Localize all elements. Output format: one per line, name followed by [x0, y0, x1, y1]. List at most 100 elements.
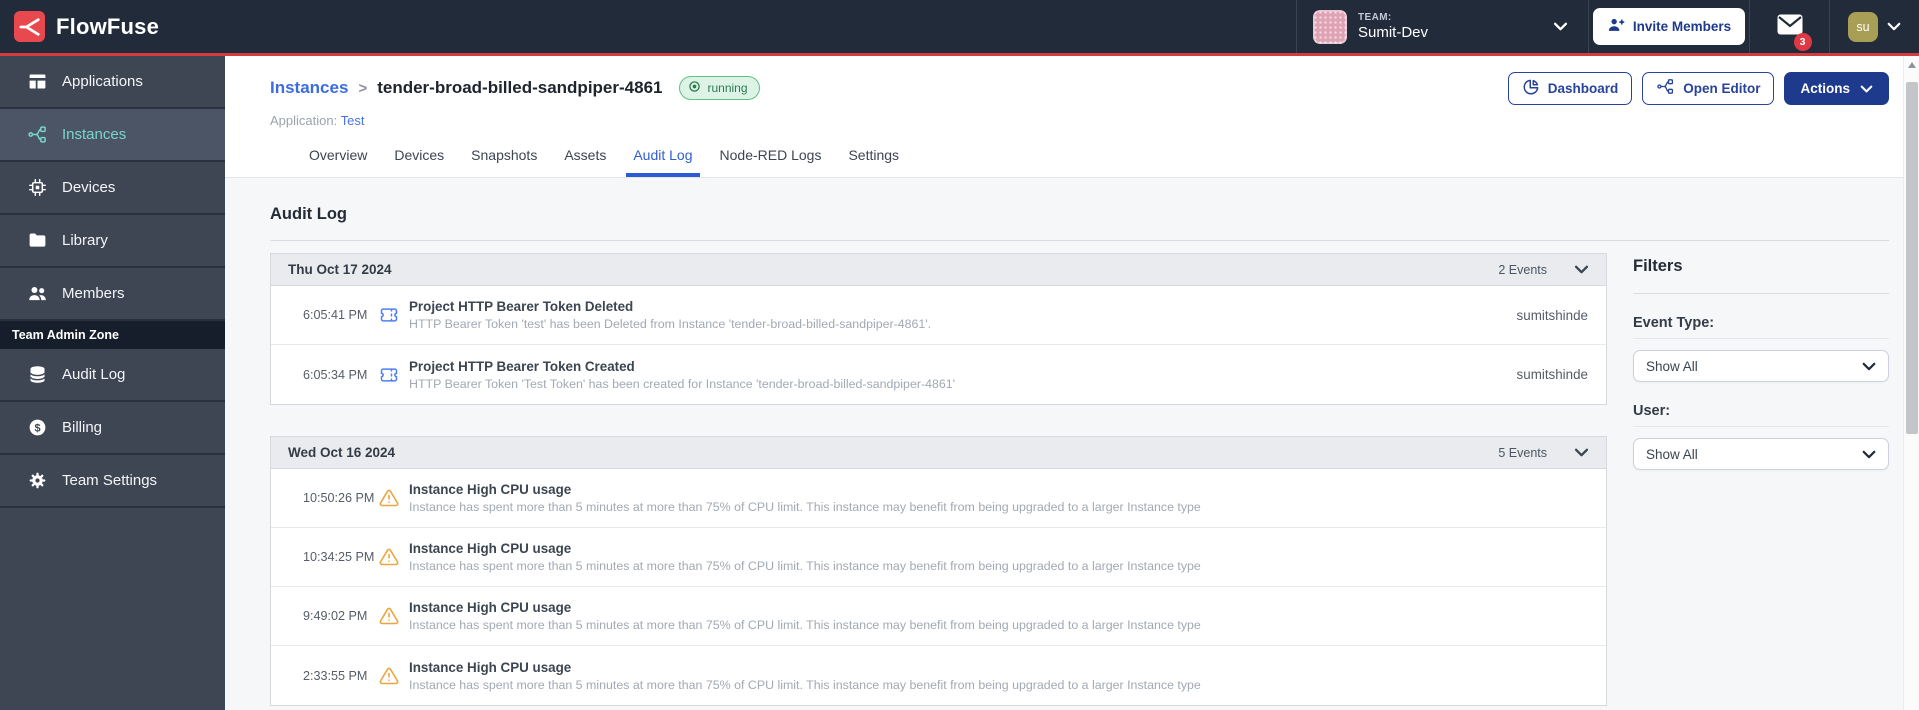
- sidebar-item-instances[interactable]: Instances: [0, 109, 225, 162]
- top-navigation-bar: FlowFuse TEAM: Sumit-Dev Invite Members …: [0, 0, 1919, 56]
- open-editor-button[interactable]: Open Editor: [1642, 71, 1775, 105]
- tab-overview[interactable]: Overview: [309, 141, 367, 177]
- avatar: su: [1848, 11, 1878, 42]
- tab-snapshots[interactable]: Snapshots: [471, 141, 537, 177]
- ticket-icon: [379, 305, 399, 325]
- open-editor-label: Open Editor: [1683, 80, 1761, 96]
- sidebar-item-members[interactable]: Members: [0, 268, 225, 321]
- actions-label: Actions: [1800, 80, 1850, 96]
- main-content: Instances > tender-broad-billed-sandpipe…: [225, 56, 1919, 710]
- audit-entry: 9:49:02 PM Instance High CPU usage Instanc…: [271, 587, 1606, 646]
- flowfuse-logo-icon: [14, 11, 45, 42]
- scrollbar[interactable]: [1903, 56, 1919, 710]
- sidebar-item-devices[interactable]: Devices: [0, 162, 225, 215]
- user-filter-value: Show All: [1646, 446, 1698, 462]
- entry-title: Project HTTP Bearer Token Created: [409, 358, 635, 374]
- chevron-down-icon: [1862, 359, 1876, 374]
- sidebar-main-items: Applications Instances Devices Library Membe…: [0, 56, 225, 321]
- chevron-down-icon[interactable]: [1574, 448, 1589, 457]
- sidebar-navigation: Applications Instances Devices Library Membe…: [0, 56, 225, 710]
- user-filter-select[interactable]: Show All: [1633, 438, 1889, 470]
- svg-text:$: $: [34, 422, 40, 434]
- instance-name: tender-broad-billed-sandpiper-4861: [377, 78, 663, 97]
- application-link[interactable]: Test: [341, 113, 365, 128]
- chevron-down-icon: [1887, 18, 1901, 36]
- entry-user: sumitshinde: [1516, 367, 1588, 382]
- entry-user: sumitshinde: [1516, 307, 1588, 323]
- event-type-select[interactable]: Show All: [1633, 350, 1889, 382]
- scroll-up-arrow-icon: [1907, 61, 1916, 68]
- team-selector[interactable]: TEAM: Sumit-Dev: [1296, 0, 1588, 53]
- audit-entry: 2:33:55 PM Instance High CPU usage Instanc…: [271, 646, 1606, 705]
- application-label: Application:: [270, 113, 338, 128]
- entry-description: Instance has spent more than 5 minutes a…: [409, 559, 1201, 573]
- filters-title: Filters: [1633, 257, 1683, 275]
- team-label: TEAM:: [1358, 12, 1392, 23]
- tab-settings[interactable]: Settings: [848, 141, 899, 177]
- filters-divider: [1633, 293, 1889, 294]
- warning-icon: [379, 666, 399, 686]
- status-badge: running: [679, 76, 760, 100]
- tab-assets[interactable]: Assets: [564, 141, 606, 177]
- warning-icon: [379, 488, 399, 508]
- entry-description: HTTP Bearer Token 'Test Token' has been …: [409, 376, 956, 391]
- entry-title: Instance High CPU usage: [409, 659, 572, 675]
- devices-icon: [26, 177, 48, 198]
- team-admin-zone-label: Team Admin Zone: [0, 321, 225, 349]
- dashboard-label: Dashboard: [1547, 80, 1619, 96]
- open-editor-icon: [1656, 77, 1675, 99]
- sidebar-item-label: Library: [62, 232, 108, 249]
- audit-entry: 6:05:34 PM Project HTTP Bearer Token Crea…: [271, 345, 1606, 404]
- scroll-up-button[interactable]: [1904, 56, 1919, 73]
- entry-time: 10:50:26 PM: [303, 491, 375, 505]
- user-menu[interactable]: su: [1829, 0, 1919, 53]
- team-name: Sumit-Dev: [1358, 24, 1429, 41]
- invite-members-button[interactable]: Invite Members: [1592, 8, 1746, 45]
- tab-devices[interactable]: Devices: [394, 141, 444, 177]
- audit-group-header[interactable]: Wed Oct 16 2024 5 Events: [271, 437, 1606, 469]
- audit-date-group: Wed Oct 16 2024 5 Events 10:50:26 PM Instan…: [270, 436, 1607, 706]
- entry-title: Instance High CPU usage: [409, 600, 572, 615]
- sidebar-item-billing[interactable]: $ Billing: [0, 402, 225, 455]
- mail-icon[interactable]: 3: [1777, 14, 1812, 51]
- breadcrumb: Instances > tender-broad-billed-sandpipe…: [270, 70, 1889, 106]
- entry-title: Project HTTP Bearer Token Deleted: [409, 299, 634, 314]
- sidebar-item-applications[interactable]: Applications: [0, 56, 225, 109]
- notification-badge: 3: [1793, 32, 1812, 51]
- audit-log-section: Audit Log Thu Oct 17 2024 2 Events 6:05:41…: [225, 205, 1919, 710]
- tab-audit-log[interactable]: Audit Log: [626, 141, 700, 177]
- header-action-buttons: Dashboard Open Editor Actions: [1507, 71, 1889, 105]
- actions-button[interactable]: Actions: [1784, 71, 1889, 105]
- sidebar-item-library[interactable]: Library: [0, 215, 225, 268]
- chevron-down-icon: [1862, 447, 1876, 462]
- scrollbar-thumb[interactable]: [1906, 82, 1918, 434]
- chevron-down-icon[interactable]: [1553, 22, 1568, 31]
- breadcrumb-instances-link[interactable]: Instances: [270, 78, 348, 98]
- sidebar-item-label: Members: [62, 285, 125, 302]
- entry-time: 9:49:02 PM: [303, 609, 368, 623]
- warning-icon: [379, 547, 399, 567]
- team-settings-icon: [26, 470, 48, 491]
- audit-event-list: Thu Oct 17 2024 2 Events 6:05:41 PM Project…: [270, 253, 1607, 710]
- sidebar-item-label: Devices: [62, 179, 116, 196]
- filters-panel: Filters Event Type: Show All User: Show …: [1633, 257, 1889, 470]
- entry-description: Instance has spent more than 5 minutes a…: [409, 618, 1201, 632]
- dashboard-button[interactable]: Dashboard: [1507, 71, 1633, 105]
- sidebar-item-audit-log[interactable]: Audit Log: [0, 349, 225, 402]
- audit-group-header[interactable]: Thu Oct 17 2024 2 Events: [271, 254, 1606, 286]
- entry-title: Instance High CPU usage: [409, 482, 572, 497]
- sidebar-item-label: Applications: [62, 73, 143, 90]
- tab-node-red-logs[interactable]: Node-RED Logs: [720, 141, 822, 177]
- event-type-value: Show All: [1646, 358, 1698, 374]
- user-filter-label: User:: [1633, 403, 1889, 427]
- chevron-down-icon[interactable]: [1574, 265, 1589, 274]
- sidebar-item-team-settings[interactable]: Team Settings: [0, 455, 225, 508]
- instance-header: Instances > tender-broad-billed-sandpipe…: [225, 56, 1919, 178]
- billing-icon: $: [26, 417, 48, 438]
- group-date: Thu Oct 17 2024: [288, 262, 392, 277]
- audit-entry: 6:05:41 PM Project HTTP Bearer Token Dele…: [271, 286, 1606, 345]
- flowfuse-logo[interactable]: FlowFuse: [0, 11, 159, 42]
- library-icon: [26, 230, 48, 251]
- status-running-icon: [688, 80, 701, 96]
- user-plus-icon: [1607, 16, 1625, 37]
